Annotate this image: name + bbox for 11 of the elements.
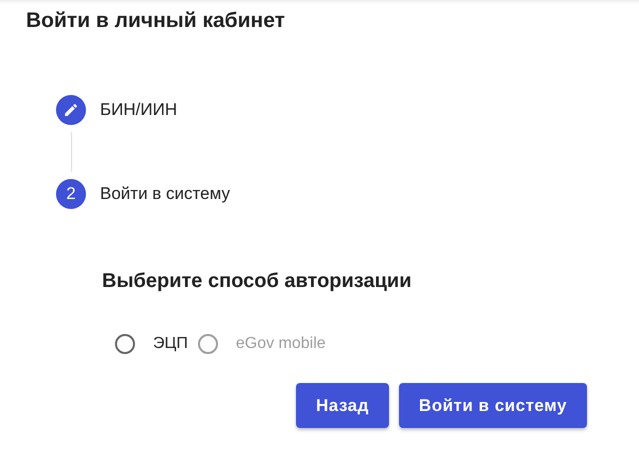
- step-label: Войти в систему: [100, 184, 230, 204]
- login-button[interactable]: Войти в систему: [398, 383, 587, 428]
- page-title: Войти в личный кабинет: [26, 9, 285, 33]
- radio-button[interactable]: [115, 334, 135, 354]
- radio-label: eGov mobile: [236, 335, 326, 353]
- radio-label: ЭЦП: [153, 335, 188, 353]
- pencil-icon: [63, 102, 79, 118]
- step-label: БИН/ИИН: [100, 100, 178, 120]
- step-number: 2: [56, 179, 86, 209]
- section-heading: Выберите способ авторизации: [102, 270, 412, 293]
- back-button[interactable]: Назад: [296, 383, 389, 428]
